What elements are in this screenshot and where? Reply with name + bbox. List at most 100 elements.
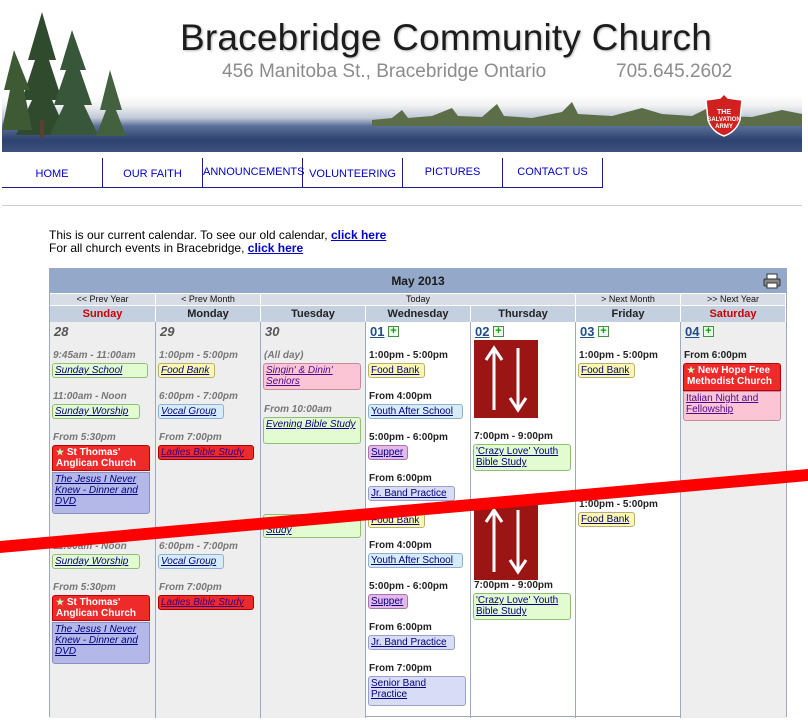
day-cell-monday: 29 1:00pm - 5:00pm Food Bank 6:00pm - 7:… <box>156 322 261 718</box>
next-year-button[interactable]: >> Next Year <box>681 294 786 305</box>
event-time: 5:00pm - 6:00pm <box>369 432 448 443</box>
nav-home[interactable]: HOME <box>2 158 103 188</box>
event-time: 5:00pm - 6:00pm <box>369 581 448 592</box>
event-evening-bible-study[interactable]: Evening Bible Study <box>263 417 361 444</box>
event-senior-band-practice[interactable]: Senior Band Practice <box>368 676 466 706</box>
nav-our-faith[interactable]: OUR FAITH <box>103 158 203 188</box>
event-evening-bible-study[interactable]: Study <box>263 514 361 538</box>
event-crazy-love-youth[interactable]: 'Crazy Love' Youth Bible Study <box>473 444 571 471</box>
event-youth-after-school[interactable]: Youth After School <box>368 553 463 568</box>
dayname-thursday: Thursday <box>471 306 576 322</box>
today-button[interactable]: Today <box>261 294 576 305</box>
event-time: From 5:30pm <box>53 432 116 443</box>
calendar-month-title: May 2013 <box>50 269 786 293</box>
add-event-icon[interactable]: + <box>598 326 609 337</box>
event-food-bank[interactable]: Food Bank <box>578 512 635 527</box>
event-time: 7:00pm - 9:00pm <box>474 580 553 591</box>
prev-year-button[interactable]: << Prev Year <box>50 294 156 305</box>
add-event-icon[interactable]: + <box>493 326 504 337</box>
event-organizer-new-hope[interactable]: ★ New Hope Free Methodist Church <box>683 363 781 391</box>
date-number[interactable]: 04 <box>685 324 699 339</box>
event-italian-night[interactable]: Italian Night and Fellowship <box>683 391 781 421</box>
nav-divider <box>2 205 802 206</box>
event-food-bank[interactable]: Food Bank <box>158 363 215 378</box>
event-vocal-group[interactable]: Vocal Group <box>158 554 224 569</box>
event-youth-after-school[interactable]: Youth After School <box>368 404 463 419</box>
event-time: 1:00pm - 5:00pm <box>579 350 658 361</box>
event-time: From 10:00am <box>264 404 332 415</box>
event-crazy-love-youth[interactable]: 'Crazy Love' Youth Bible Study <box>473 593 571 620</box>
event-sunday-worship[interactable]: Sunday Worship <box>52 404 140 419</box>
nav-pictures[interactable]: PICTURES <box>403 158 503 188</box>
nav-contact-us[interactable]: CONTACT US <box>503 158 603 188</box>
event-food-bank[interactable]: Food Bank <box>368 363 425 378</box>
up-down-arrows-image <box>474 340 538 418</box>
site-banner: Bracebridge Community Church 456 Manitob… <box>2 0 802 152</box>
church-title: Bracebridge Community Church <box>180 17 713 58</box>
up-down-arrows-image <box>474 502 538 580</box>
church-phone: 705.645.2602 <box>616 61 733 82</box>
day-cell-wednesday: 01 + 1:00pm - 5:00pm Food Bank From 4:00… <box>366 322 471 718</box>
event-time: From 6:00pm <box>684 350 747 361</box>
event-organizer-st-thomas[interactable]: ★ St Thomas' Anglican Church <box>52 595 150 621</box>
svg-text:THE: THE <box>717 109 731 116</box>
event-jr-band-practice[interactable]: Jr. Band Practice <box>368 635 455 650</box>
add-event-icon[interactable]: + <box>703 326 714 337</box>
event-food-bank[interactable]: Food Bank <box>368 513 425 528</box>
event-organizer-st-thomas[interactable]: ★ St Thomas' Anglican Church <box>52 445 150 471</box>
event-sunday-worship[interactable]: Sunday Worship <box>52 554 140 569</box>
day-cell-tuesday: 30 (All day) Singin' & Dinin' Seniors Fr… <box>261 322 366 718</box>
dayname-tuesday: Tuesday <box>261 306 366 322</box>
date-number[interactable]: 03 <box>580 324 594 339</box>
star-icon: ★ <box>56 597 65 607</box>
event-jesus-i-never-knew[interactable]: The Jesus I Never Knew - Dinner and DVD <box>52 472 150 514</box>
event-supper[interactable]: Supper <box>368 445 408 460</box>
event-time: From 7:00pm <box>159 582 222 593</box>
dayname-friday: Friday <box>576 306 681 322</box>
pine-trees-image <box>2 12 126 138</box>
day-cell-sunday: 28 9:45am - 11:00am Sunday School 11:00a… <box>50 322 156 718</box>
event-time: 11:00am - Noon <box>53 391 127 402</box>
dayname-wednesday: Wednesday <box>366 306 471 322</box>
event-food-bank[interactable]: Food Bank <box>578 363 635 378</box>
date-number: 29 <box>160 324 175 339</box>
date-number: 28 <box>54 324 69 339</box>
intro-line-old-calendar: This is our current calendar. To see our… <box>49 228 331 242</box>
event-time: From 6:00pm <box>369 473 432 484</box>
next-month-button[interactable]: > Next Month <box>576 294 681 305</box>
date-number[interactable]: 02 <box>475 324 489 339</box>
event-ladies-bible-study[interactable]: Ladies Bible Study <box>158 445 254 460</box>
event-time: From 5:30pm <box>53 582 116 593</box>
event-time: 7:00pm - 9:00pm <box>474 431 553 442</box>
all-events-link[interactable]: click here <box>248 241 303 255</box>
event-singin-dinin-seniors[interactable]: Singin' & Dinin' Seniors <box>263 363 361 390</box>
calendar: May 2013 << Prev Year < Prev Month Today… <box>49 268 787 718</box>
event-jr-band-practice[interactable]: Jr. Band Practice <box>368 486 455 501</box>
event-jesus-i-never-knew[interactable]: The Jesus I Never Knew - Dinner and DVD <box>52 622 150 664</box>
event-time: 11:00am - Noon <box>53 541 127 552</box>
date-number: 30 <box>265 324 280 339</box>
church-address: 456 Manitoba St., Bracebridge Ontario <box>222 61 547 82</box>
event-supper[interactable]: Supper <box>368 594 408 609</box>
print-icon[interactable] <box>763 273 781 289</box>
day-cell-saturday: 04 + From 6:00pm ★ New Hope Free Methodi… <box>681 322 786 718</box>
event-time: From 4:00pm <box>369 540 432 551</box>
nav-announcements[interactable]: ANNOUNCEMENTS <box>203 158 304 188</box>
nav-volunteering[interactable]: VOLUNTEERING <box>303 158 403 188</box>
add-event-icon[interactable]: + <box>388 326 399 337</box>
event-time: 1:00pm - 5:00pm <box>369 350 448 361</box>
event-ladies-bible-study[interactable]: Ladies Bible Study <box>158 595 254 610</box>
dayname-monday: Monday <box>156 306 261 322</box>
salvation-army-shield-icon: THE SALVATION ARMY <box>705 92 743 137</box>
event-time: 6:00pm - 7:00pm <box>159 391 238 402</box>
event-sunday-school[interactable]: Sunday School <box>52 363 148 378</box>
svg-text:SALVATION: SALVATION <box>707 117 740 123</box>
dayname-saturday: Saturday <box>681 306 786 322</box>
event-vocal-group[interactable]: Vocal Group <box>158 404 224 419</box>
old-calendar-link[interactable]: click here <box>331 228 386 242</box>
date-number[interactable]: 01 <box>370 324 384 339</box>
event-time: From 7:00pm <box>159 432 222 443</box>
event-time: 6:00pm - 7:00pm <box>159 541 238 552</box>
event-time: (All day) <box>264 350 304 361</box>
prev-month-button[interactable]: < Prev Month <box>156 294 261 305</box>
